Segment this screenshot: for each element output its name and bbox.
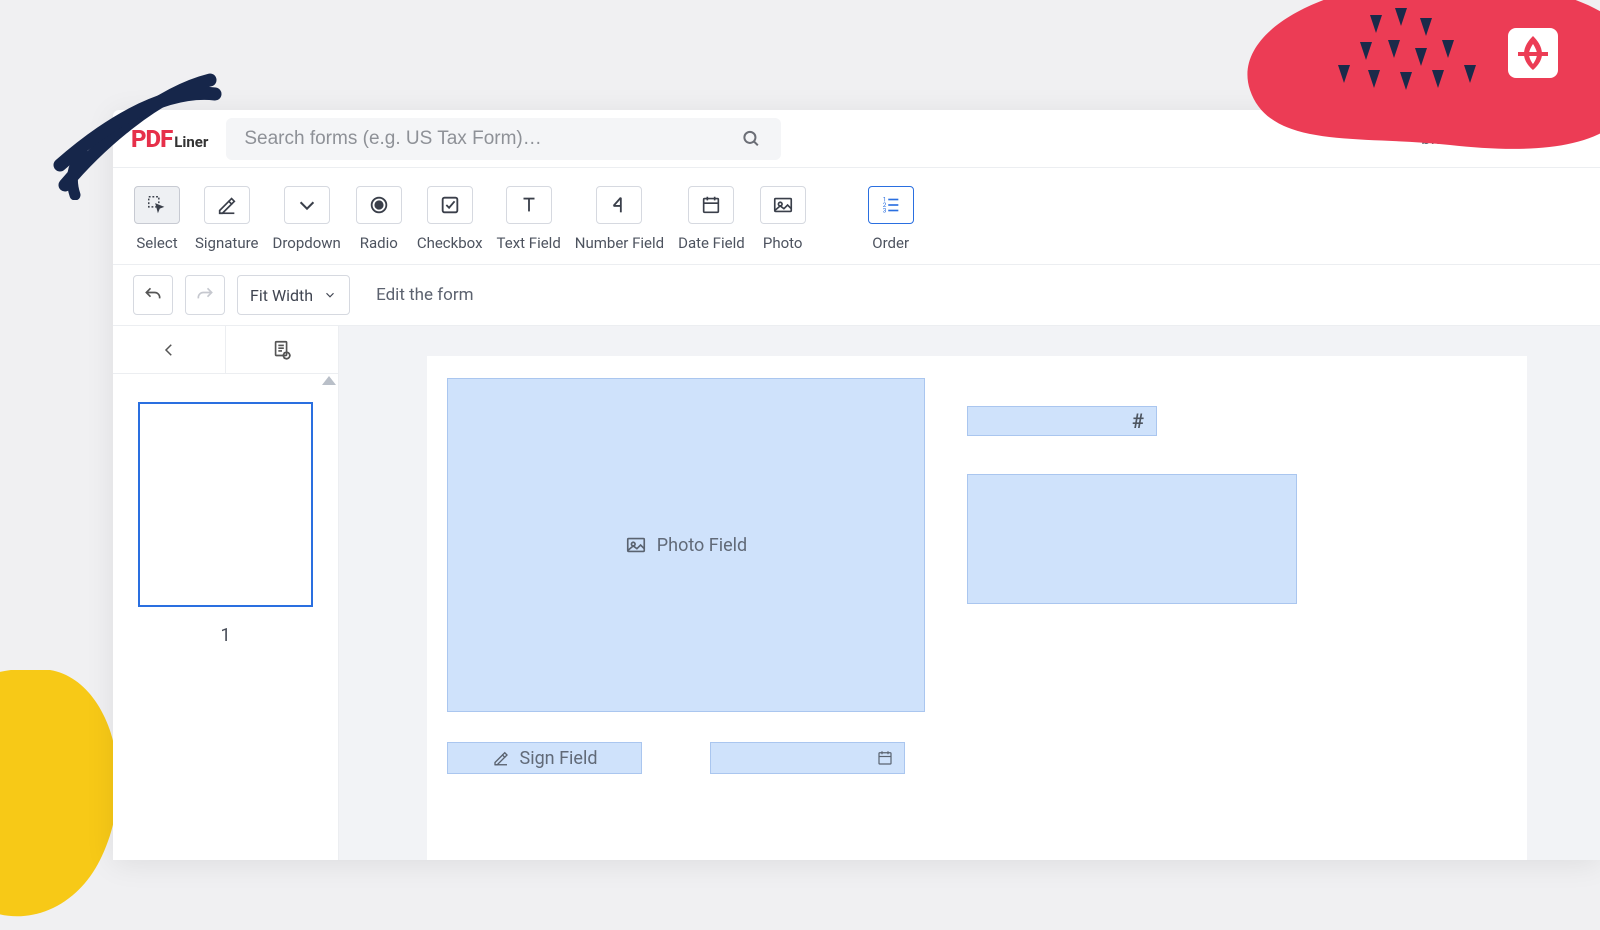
tool-photo[interactable]: Photo	[759, 186, 807, 252]
pdf-badge-icon	[1506, 26, 1560, 80]
tool-label: Select	[136, 234, 177, 252]
calendar-icon	[876, 749, 894, 767]
tool-checkbox[interactable]: Checkbox	[417, 186, 483, 252]
photo-field-label: Photo Field	[657, 535, 747, 556]
sidepanel-page-settings[interactable]	[226, 326, 338, 373]
zoom-select[interactable]: Fit Width	[237, 275, 350, 315]
tool-label: Photo	[763, 234, 803, 252]
redo-button[interactable]	[185, 275, 225, 315]
chevron-down-icon	[323, 288, 337, 302]
page-gear-icon	[271, 339, 293, 361]
tool-label: Date Field	[678, 234, 745, 252]
tool-label: Dropdown	[273, 234, 341, 252]
page-number: 1	[133, 625, 318, 646]
sign-field-label: Sign Field	[520, 748, 598, 769]
zoom-value: Fit Width	[250, 286, 313, 305]
toolbar: Select Signature Dropdown Radio Checkbox…	[113, 168, 1600, 265]
chevron-left-icon	[160, 341, 178, 359]
tool-label: Signature	[195, 234, 259, 252]
tool-label: Checkbox	[417, 234, 483, 252]
tool-date-field[interactable]: Date Field	[678, 186, 745, 252]
tool-label: Text Field	[497, 234, 561, 252]
tool-order[interactable]: 123 Order	[867, 186, 915, 252]
scroll-up-indicator	[322, 376, 336, 385]
side-panel: 1	[113, 326, 339, 860]
search-wrap	[226, 118, 781, 160]
search-icon[interactable]	[742, 129, 761, 148]
date-field[interactable]	[710, 742, 905, 774]
number-placeholder: #	[1132, 409, 1144, 433]
sign-field[interactable]: Sign Field	[447, 742, 642, 774]
signature-icon	[492, 749, 510, 767]
canvas[interactable]: Photo Field # Sign Field	[339, 326, 1600, 860]
page-thumbnail[interactable]	[138, 402, 313, 607]
undo-button[interactable]	[133, 275, 173, 315]
tool-label: Order	[872, 234, 909, 252]
thumbnail-area: 1	[113, 374, 338, 860]
side-panel-tabs	[113, 326, 338, 374]
decor-yellow-blob	[0, 670, 130, 930]
mode-label: Edit the form	[376, 285, 473, 305]
subbar: Fit Width Edit the form	[113, 265, 1600, 326]
app-window: PDF Liner blank Select Signature Dropdow…	[113, 110, 1600, 860]
decor-scribble	[50, 70, 230, 200]
svg-text:3: 3	[882, 206, 886, 214]
text-block-field[interactable]	[967, 474, 1297, 604]
tool-dropdown[interactable]: Dropdown	[273, 186, 341, 252]
tool-label: Number Field	[575, 234, 664, 252]
tool-label: Radio	[360, 234, 398, 252]
page[interactable]: Photo Field # Sign Field	[427, 356, 1527, 860]
tool-radio[interactable]: Radio	[355, 186, 403, 252]
tool-number-field[interactable]: Number Field	[575, 186, 664, 252]
tool-text-field[interactable]: Text Field	[497, 186, 561, 252]
image-icon	[625, 534, 647, 556]
number-field[interactable]: #	[967, 406, 1157, 436]
photo-field[interactable]: Photo Field	[447, 378, 925, 712]
sidepanel-back[interactable]	[113, 326, 226, 373]
search-input[interactable]	[226, 118, 781, 160]
workspace: 1 Photo Field # S	[113, 326, 1600, 860]
